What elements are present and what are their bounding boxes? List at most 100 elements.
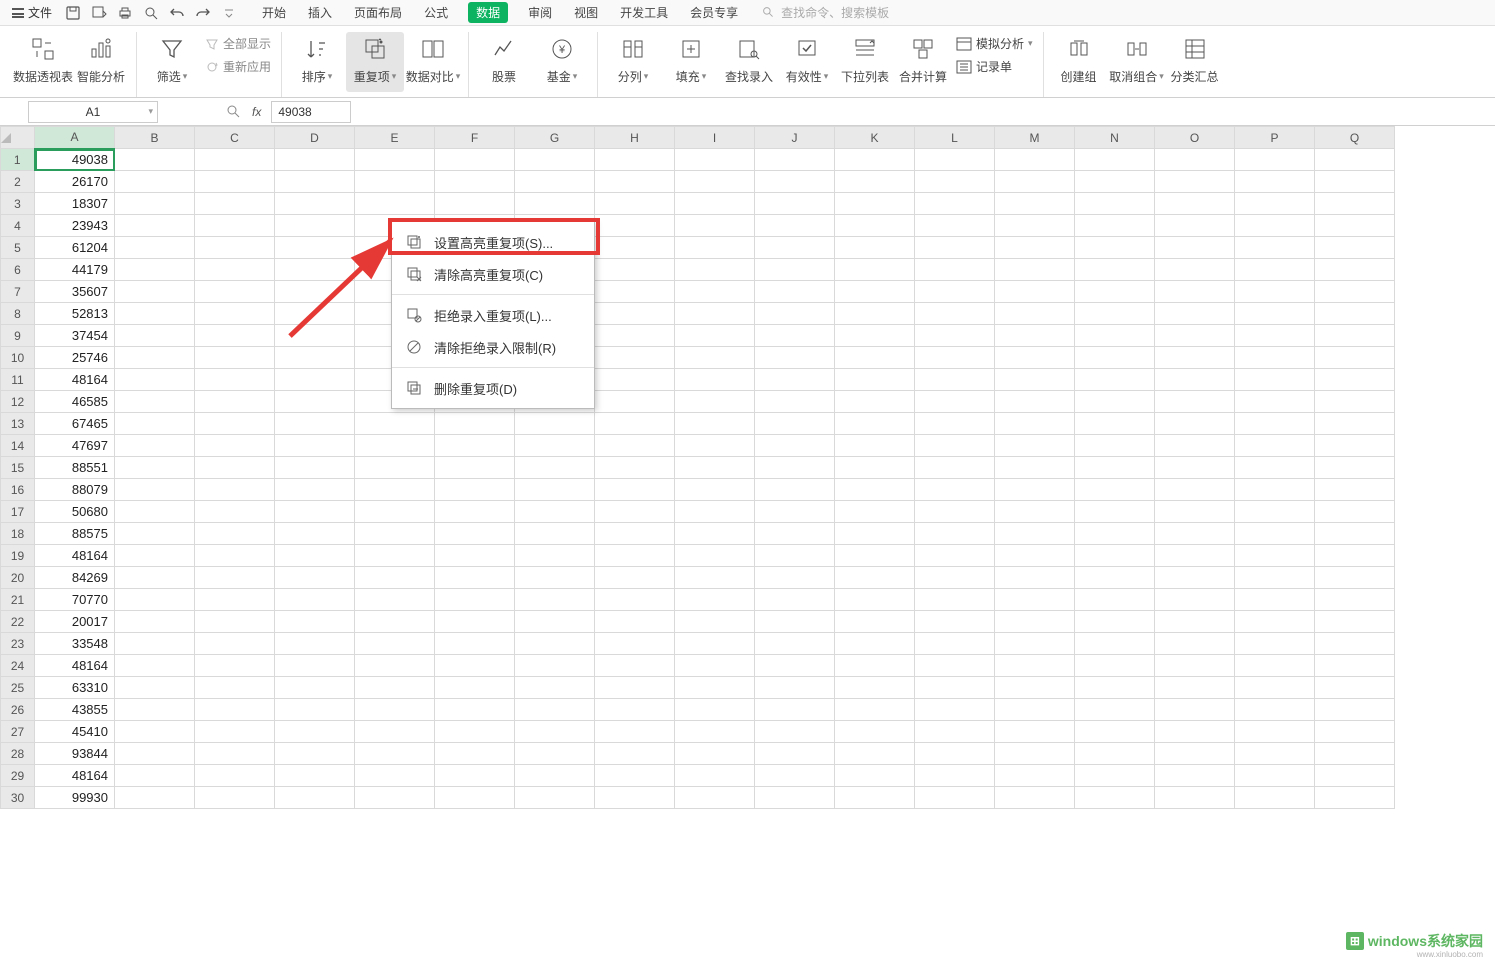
cell[interactable]: 48164 bbox=[35, 369, 115, 391]
sort-button[interactable]: 排序▾ bbox=[288, 32, 346, 92]
cell[interactable] bbox=[1075, 215, 1155, 237]
cell[interactable] bbox=[1315, 479, 1395, 501]
cell[interactable] bbox=[995, 567, 1075, 589]
cell[interactable] bbox=[115, 589, 195, 611]
cell[interactable] bbox=[1075, 325, 1155, 347]
cell[interactable]: 99930 bbox=[35, 787, 115, 809]
column-header[interactable]: Q bbox=[1315, 127, 1395, 149]
cell[interactable]: 47697 bbox=[35, 435, 115, 457]
cell[interactable] bbox=[195, 589, 275, 611]
cell[interactable] bbox=[835, 699, 915, 721]
column-header[interactable]: N bbox=[1075, 127, 1155, 149]
cell[interactable] bbox=[1315, 347, 1395, 369]
cell[interactable] bbox=[1155, 435, 1235, 457]
cell[interactable] bbox=[915, 435, 995, 457]
cell[interactable] bbox=[275, 193, 355, 215]
cell[interactable] bbox=[195, 369, 275, 391]
cell[interactable] bbox=[675, 413, 755, 435]
cell[interactable] bbox=[995, 743, 1075, 765]
cell[interactable]: 26170 bbox=[35, 171, 115, 193]
cell[interactable] bbox=[1315, 655, 1395, 677]
cell[interactable]: 70770 bbox=[35, 589, 115, 611]
cell[interactable] bbox=[1235, 435, 1315, 457]
cell[interactable] bbox=[115, 721, 195, 743]
cell[interactable] bbox=[115, 677, 195, 699]
cell[interactable] bbox=[195, 215, 275, 237]
cell[interactable]: 93844 bbox=[35, 743, 115, 765]
row-header[interactable]: 7 bbox=[1, 281, 35, 303]
cell[interactable] bbox=[675, 633, 755, 655]
lookup-button[interactable]: 查找录入 bbox=[720, 32, 778, 92]
cell[interactable] bbox=[275, 589, 355, 611]
cell[interactable] bbox=[1235, 611, 1315, 633]
cell[interactable] bbox=[195, 149, 275, 171]
cell[interactable] bbox=[915, 413, 995, 435]
cell[interactable] bbox=[595, 501, 675, 523]
column-header[interactable]: K bbox=[835, 127, 915, 149]
cell[interactable] bbox=[275, 325, 355, 347]
row-header[interactable]: 6 bbox=[1, 259, 35, 281]
cell[interactable] bbox=[515, 149, 595, 171]
cell[interactable] bbox=[675, 193, 755, 215]
cell[interactable] bbox=[835, 787, 915, 809]
cell[interactable] bbox=[435, 479, 515, 501]
cell[interactable] bbox=[355, 765, 435, 787]
cell[interactable] bbox=[1155, 633, 1235, 655]
cell[interactable] bbox=[755, 149, 835, 171]
cell[interactable] bbox=[1235, 303, 1315, 325]
cell[interactable] bbox=[595, 303, 675, 325]
cell[interactable] bbox=[595, 699, 675, 721]
cell[interactable] bbox=[595, 787, 675, 809]
cell[interactable]: 48164 bbox=[35, 765, 115, 787]
cell[interactable] bbox=[1315, 765, 1395, 787]
cell[interactable] bbox=[915, 633, 995, 655]
cell[interactable] bbox=[995, 633, 1075, 655]
cell[interactable] bbox=[995, 325, 1075, 347]
cell[interactable] bbox=[995, 303, 1075, 325]
cell[interactable]: 88551 bbox=[35, 457, 115, 479]
cell[interactable] bbox=[595, 743, 675, 765]
cell[interactable] bbox=[115, 567, 195, 589]
cell[interactable] bbox=[915, 303, 995, 325]
cell[interactable]: 35607 bbox=[35, 281, 115, 303]
cell[interactable] bbox=[115, 435, 195, 457]
form-button[interactable]: 记录单 bbox=[952, 57, 1037, 76]
cell[interactable] bbox=[195, 435, 275, 457]
cell[interactable] bbox=[595, 215, 675, 237]
cell[interactable] bbox=[835, 677, 915, 699]
redo-icon[interactable] bbox=[194, 4, 212, 22]
cell[interactable] bbox=[275, 677, 355, 699]
cell[interactable]: 61204 bbox=[35, 237, 115, 259]
cell[interactable] bbox=[1075, 259, 1155, 281]
cell[interactable] bbox=[675, 501, 755, 523]
cell[interactable] bbox=[1155, 391, 1235, 413]
cell[interactable] bbox=[915, 457, 995, 479]
file-menu[interactable]: 文件 bbox=[6, 4, 58, 21]
menu-clear-highlight[interactable]: 清除高亮重复项(C) bbox=[392, 258, 594, 290]
cell[interactable]: 20017 bbox=[35, 611, 115, 633]
cell[interactable] bbox=[1075, 281, 1155, 303]
row-header[interactable]: 3 bbox=[1, 193, 35, 215]
cell[interactable] bbox=[755, 589, 835, 611]
cell[interactable]: 45410 bbox=[35, 721, 115, 743]
cell[interactable] bbox=[1075, 435, 1155, 457]
cell[interactable] bbox=[115, 237, 195, 259]
cell[interactable] bbox=[355, 413, 435, 435]
spreadsheet-grid[interactable]: ABCDEFGHIJKLMNOPQ14903822617031830742394… bbox=[0, 126, 1495, 961]
cell[interactable] bbox=[435, 677, 515, 699]
column-header[interactable]: B bbox=[115, 127, 195, 149]
column-header[interactable]: P bbox=[1235, 127, 1315, 149]
cell[interactable] bbox=[595, 589, 675, 611]
cell[interactable] bbox=[595, 479, 675, 501]
row-header[interactable]: 8 bbox=[1, 303, 35, 325]
cell[interactable] bbox=[195, 237, 275, 259]
cell[interactable] bbox=[515, 743, 595, 765]
cell[interactable] bbox=[1315, 237, 1395, 259]
cell[interactable]: 67465 bbox=[35, 413, 115, 435]
qat-more-icon[interactable] bbox=[220, 4, 238, 22]
cell[interactable] bbox=[1075, 303, 1155, 325]
reapply-button[interactable]: 重新应用 bbox=[201, 57, 275, 76]
cell[interactable] bbox=[835, 743, 915, 765]
cell[interactable]: 88575 bbox=[35, 523, 115, 545]
cell[interactable] bbox=[675, 281, 755, 303]
